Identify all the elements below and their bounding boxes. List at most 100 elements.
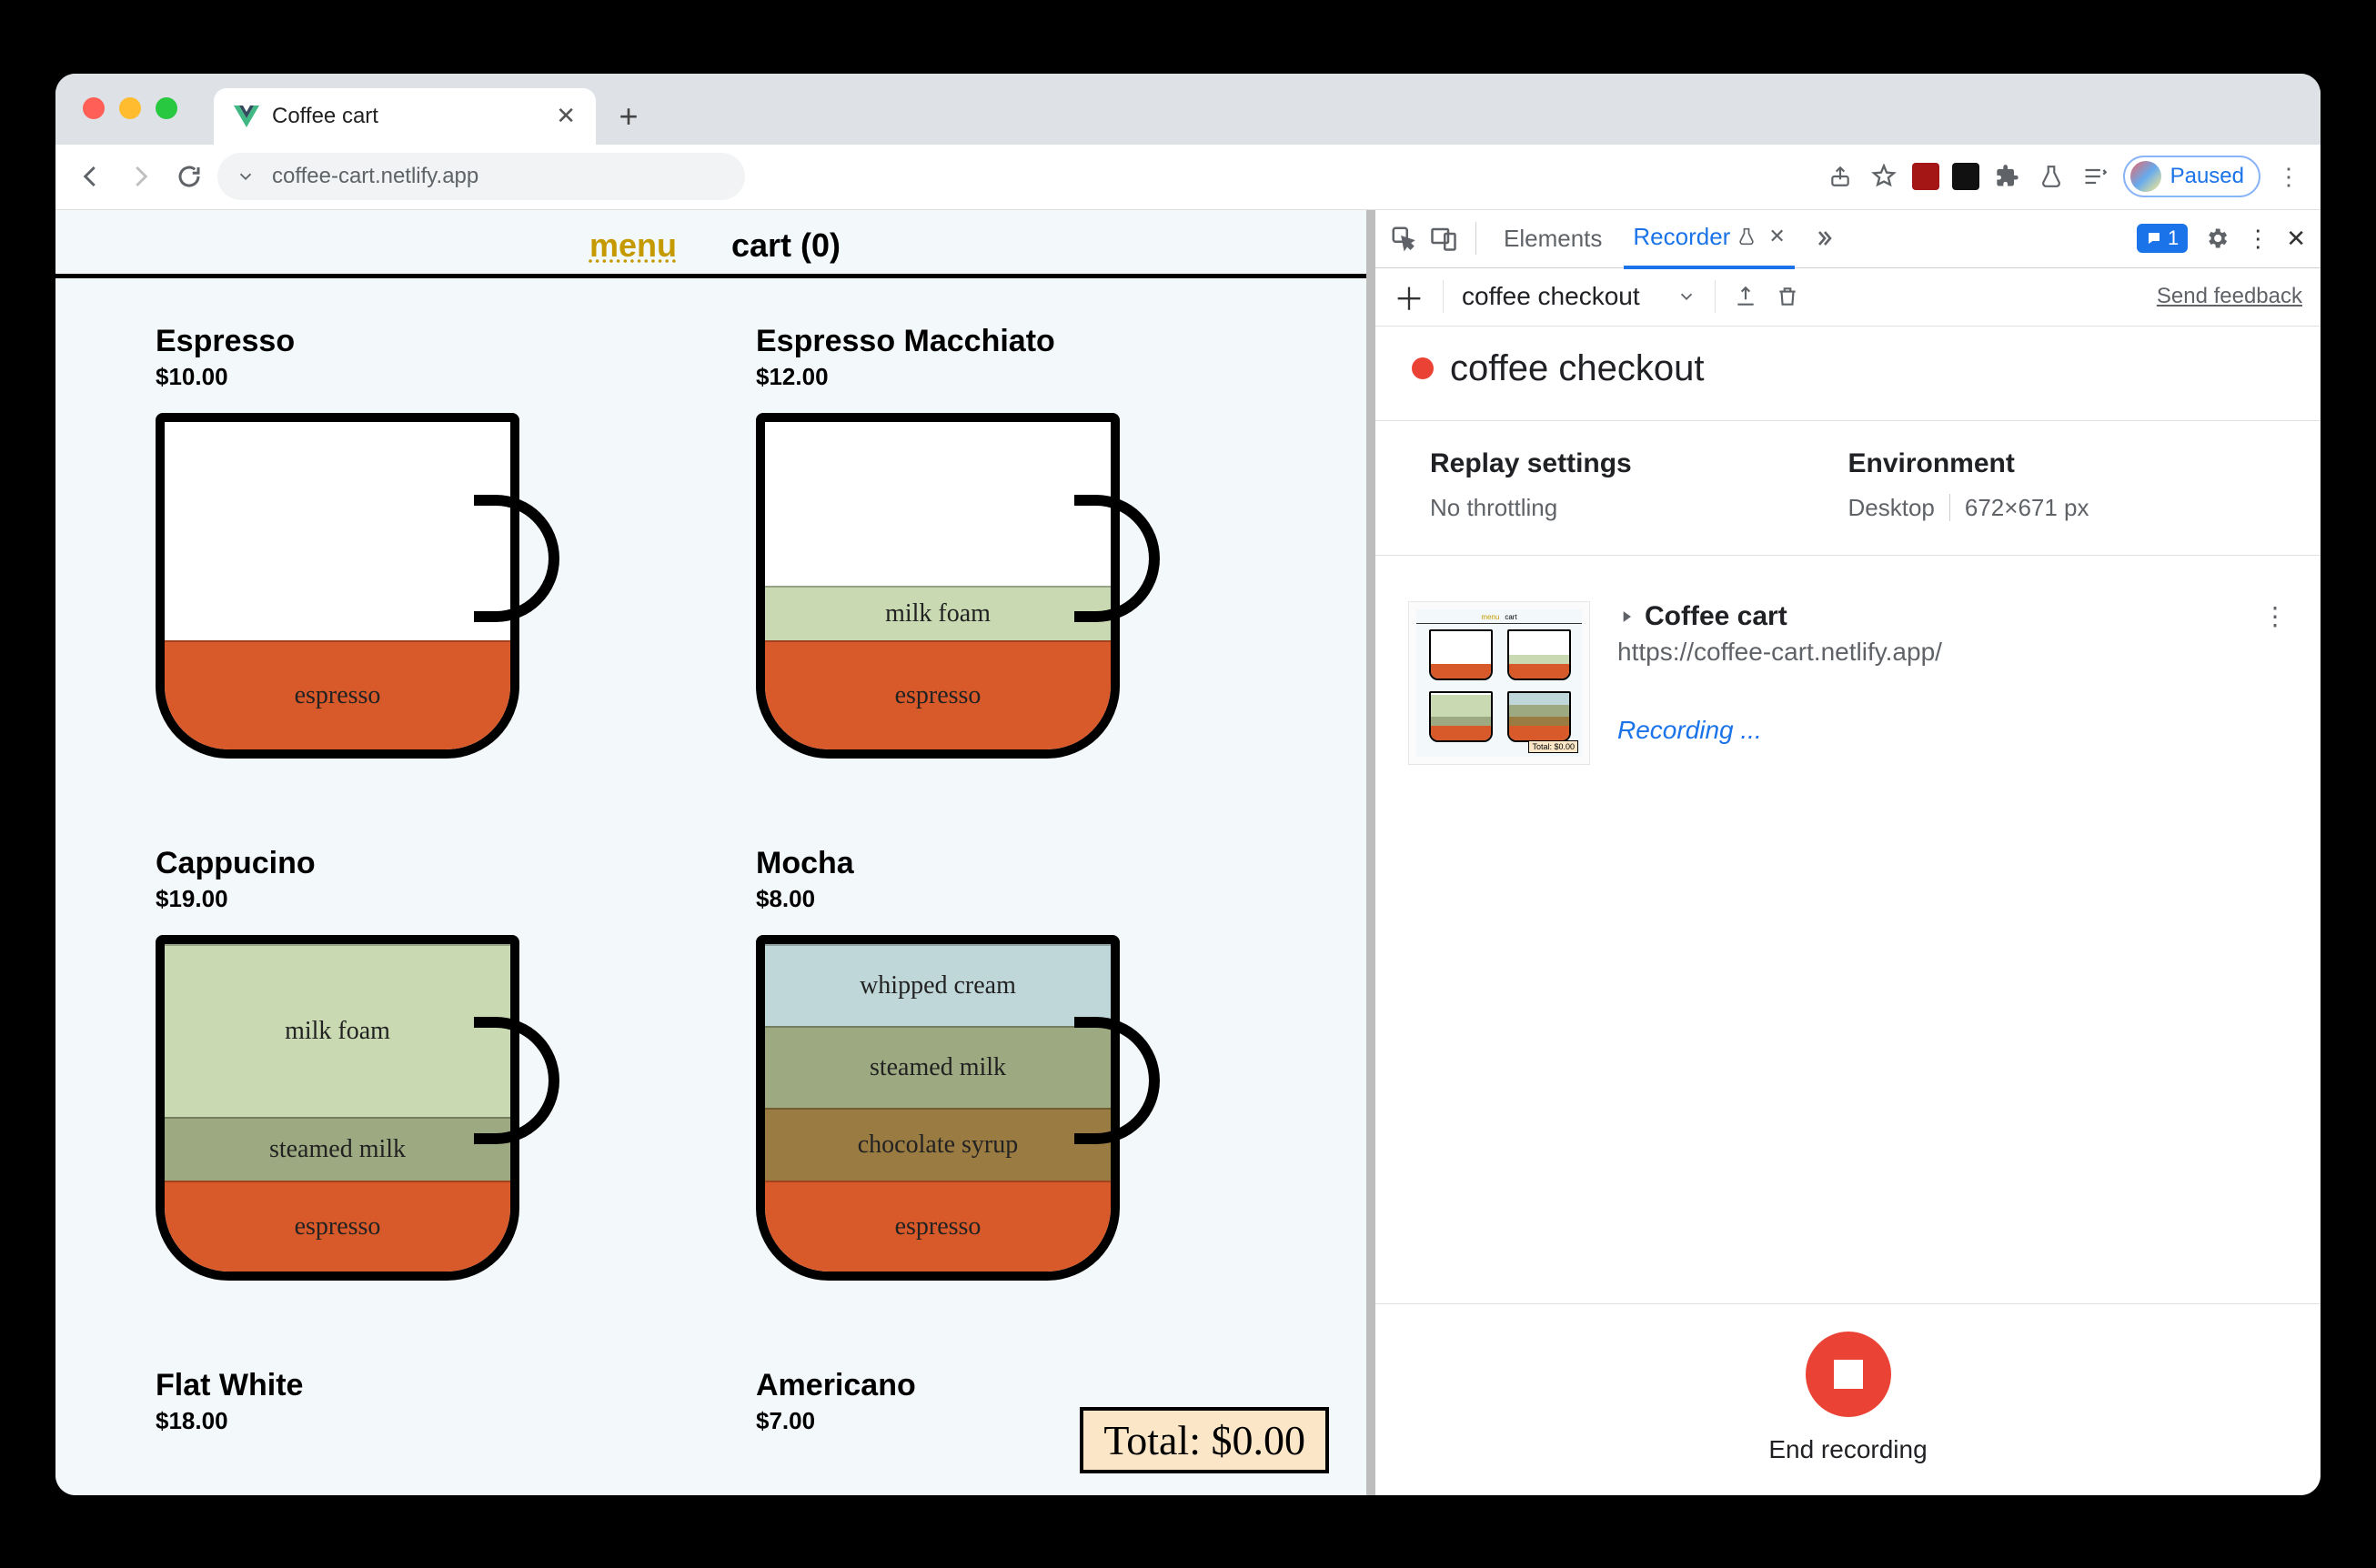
back-button[interactable]: [72, 157, 110, 196]
ingredient-layer: milk foam: [165, 944, 510, 1117]
maximize-window-button[interactable]: [156, 97, 177, 119]
recording-selector-label: coffee checkout: [1462, 282, 1640, 311]
flask-icon: [1737, 227, 1756, 246]
drink-card[interactable]: Espresso$10.00espresso: [156, 324, 674, 819]
devtools-settings-icon[interactable]: [2204, 226, 2230, 251]
drink-price: $19.00: [156, 885, 674, 913]
cup-illustration: espresso: [156, 413, 547, 759]
step-more-button[interactable]: ⋮: [2262, 601, 2288, 631]
new-recording-button[interactable]: ＋: [1394, 275, 1425, 319]
step-title: Coffee cart: [1645, 601, 1787, 632]
ingredient-layer: espresso: [165, 640, 510, 749]
total-box[interactable]: Total: $0.00: [1080, 1407, 1329, 1473]
close-window-button[interactable]: [83, 97, 105, 119]
step-status: Recording ...: [1617, 716, 2288, 745]
step-thumbnail: menucart Total: $0.00: [1408, 601, 1590, 765]
minimize-window-button[interactable]: [119, 97, 141, 119]
export-icon[interactable]: [1734, 285, 1757, 308]
delete-icon[interactable]: [1776, 285, 1799, 308]
end-recording-label: End recording: [1768, 1435, 1927, 1464]
profile-button[interactable]: Paused: [2123, 156, 2260, 197]
recording-header: coffee checkout: [1375, 327, 2321, 421]
recording-dot-icon: [1412, 357, 1434, 379]
end-recording-button[interactable]: [1806, 1332, 1891, 1417]
drink-name: Mocha: [756, 846, 1274, 881]
devtools-panel: Elements Recorder ✕ 1 ⋮ ✕: [1374, 210, 2321, 1495]
devtools-more-icon[interactable]: ⋮: [2246, 225, 2270, 253]
extensions-icon[interactable]: [1992, 161, 2023, 192]
menu-grid: Espresso$10.00espresso Espresso Macchiato…: [55, 278, 1374, 1495]
drink-name: Flat White: [156, 1368, 674, 1403]
inspect-element-icon[interactable]: [1390, 225, 1417, 252]
drink-card[interactable]: Espresso Macchiato$12.00milk foamespress…: [756, 324, 1274, 819]
forward-button[interactable]: [121, 157, 159, 196]
ingredient-layer: chocolate syrup: [765, 1108, 1111, 1181]
labs-icon[interactable]: [2036, 161, 2067, 192]
environment-heading: Environment: [1848, 448, 2267, 479]
recorder-settings: Replay settings No throttling Environmen…: [1375, 421, 2321, 556]
browser-tab[interactable]: Coffee cart ✕: [214, 88, 596, 145]
url-text: coffee-cart.netlify.app: [272, 164, 478, 189]
send-feedback-link[interactable]: Send feedback: [2157, 284, 2302, 309]
tab-close-button[interactable]: ✕: [556, 102, 576, 130]
replay-settings-heading: Replay settings: [1430, 448, 1848, 479]
ingredient-layer: espresso: [765, 640, 1111, 749]
environment-viewport: 672×671 px: [1965, 494, 2089, 522]
recording-step[interactable]: menucart Total: $0.00 Coffee cart ⋮ ht: [1408, 601, 2288, 765]
bookmark-icon[interactable]: [1868, 161, 1899, 192]
browser-titlebar: Coffee cart ✕ +: [55, 74, 2321, 145]
recorder-toolbar: ＋ coffee checkout Send feedback: [1375, 268, 2321, 327]
chevron-down-icon: [1676, 286, 1696, 307]
drink-name: Cappucino: [156, 846, 674, 881]
drink-price: $8.00: [756, 885, 1274, 913]
drink-name: Espresso Macchiato: [756, 324, 1274, 359]
devtools-tab-elements[interactable]: Elements: [1495, 210, 1611, 267]
tab-close-icon[interactable]: ✕: [1768, 225, 1785, 248]
drink-card[interactable]: Cappucino $19.00 milk foamsteamed milkespr…: [156, 846, 674, 1341]
recorder-footer: End recording: [1375, 1303, 2321, 1495]
recording-title[interactable]: coffee checkout: [1450, 348, 1704, 389]
nav-menu-link[interactable]: menu: [589, 226, 677, 265]
drink-price: $12.00: [756, 363, 1274, 391]
new-tab-button[interactable]: +: [605, 93, 652, 140]
drink-name: Espresso: [156, 324, 674, 359]
nav-cart-link[interactable]: cart (0): [731, 226, 841, 265]
more-tabs-icon[interactable]: [1813, 227, 1835, 249]
expand-triangle-icon[interactable]: [1617, 608, 1636, 626]
drink-card[interactable]: Flat White$18.00: [156, 1368, 674, 1495]
page-viewport: menu cart (0) Espresso$10.00espressoEspr…: [55, 210, 1374, 1495]
share-icon[interactable]: [1825, 161, 1856, 192]
devtools-tab-recorder[interactable]: Recorder ✕: [1624, 210, 1794, 269]
extension-icon-1[interactable]: [1912, 163, 1939, 190]
chrome-menu-button[interactable]: ⋮: [2273, 161, 2304, 192]
extension-icon-2[interactable]: [1952, 163, 1979, 190]
chat-icon: [2146, 230, 2162, 246]
address-bar[interactable]: coffee-cart.netlify.app: [217, 153, 745, 200]
avatar: [2130, 161, 2161, 192]
ingredient-layer: whipped cream: [765, 944, 1111, 1026]
ingredient-layer: steamed milk: [165, 1117, 510, 1181]
devtools-close-icon[interactable]: ✕: [2286, 225, 2306, 253]
cup-illustration: milk foamsteamed milkespresso: [156, 935, 547, 1281]
drink-card[interactable]: Mocha $8.00 whipped creamsteamed milkchoco…: [756, 846, 1274, 1341]
reload-button[interactable]: [170, 157, 208, 196]
recording-selector[interactable]: coffee checkout: [1462, 282, 1696, 311]
window-controls: [83, 97, 177, 119]
tab-recorder-label: Recorder: [1633, 223, 1730, 251]
profile-status: Paused: [2170, 164, 2244, 189]
browser-window: Coffee cart ✕ + coffee-cart.netlify.app …: [55, 74, 2321, 1495]
site-info-icon[interactable]: [236, 166, 256, 186]
replay-throttling-value[interactable]: No throttling: [1430, 494, 1848, 522]
ingredient-layer: steamed milk: [765, 1026, 1111, 1108]
issues-badge[interactable]: 1: [2137, 224, 2188, 253]
tab-title: Coffee cart: [272, 104, 378, 129]
reading-list-icon[interactable]: [2079, 161, 2110, 192]
issues-count: 1: [2168, 226, 2179, 250]
device-toggle-icon[interactable]: [1430, 225, 1457, 252]
browser-toolbar: coffee-cart.netlify.app Paused ⋮: [55, 145, 2321, 210]
cup-illustration: whipped creamsteamed milkchocolate syrup…: [756, 935, 1147, 1281]
environment-device: Desktop: [1848, 494, 1935, 522]
step-url: https://coffee-cart.netlify.app/: [1617, 638, 2288, 667]
ingredient-layer: espresso: [165, 1181, 510, 1271]
devtools-tabbar: Elements Recorder ✕ 1 ⋮ ✕: [1375, 210, 2321, 268]
